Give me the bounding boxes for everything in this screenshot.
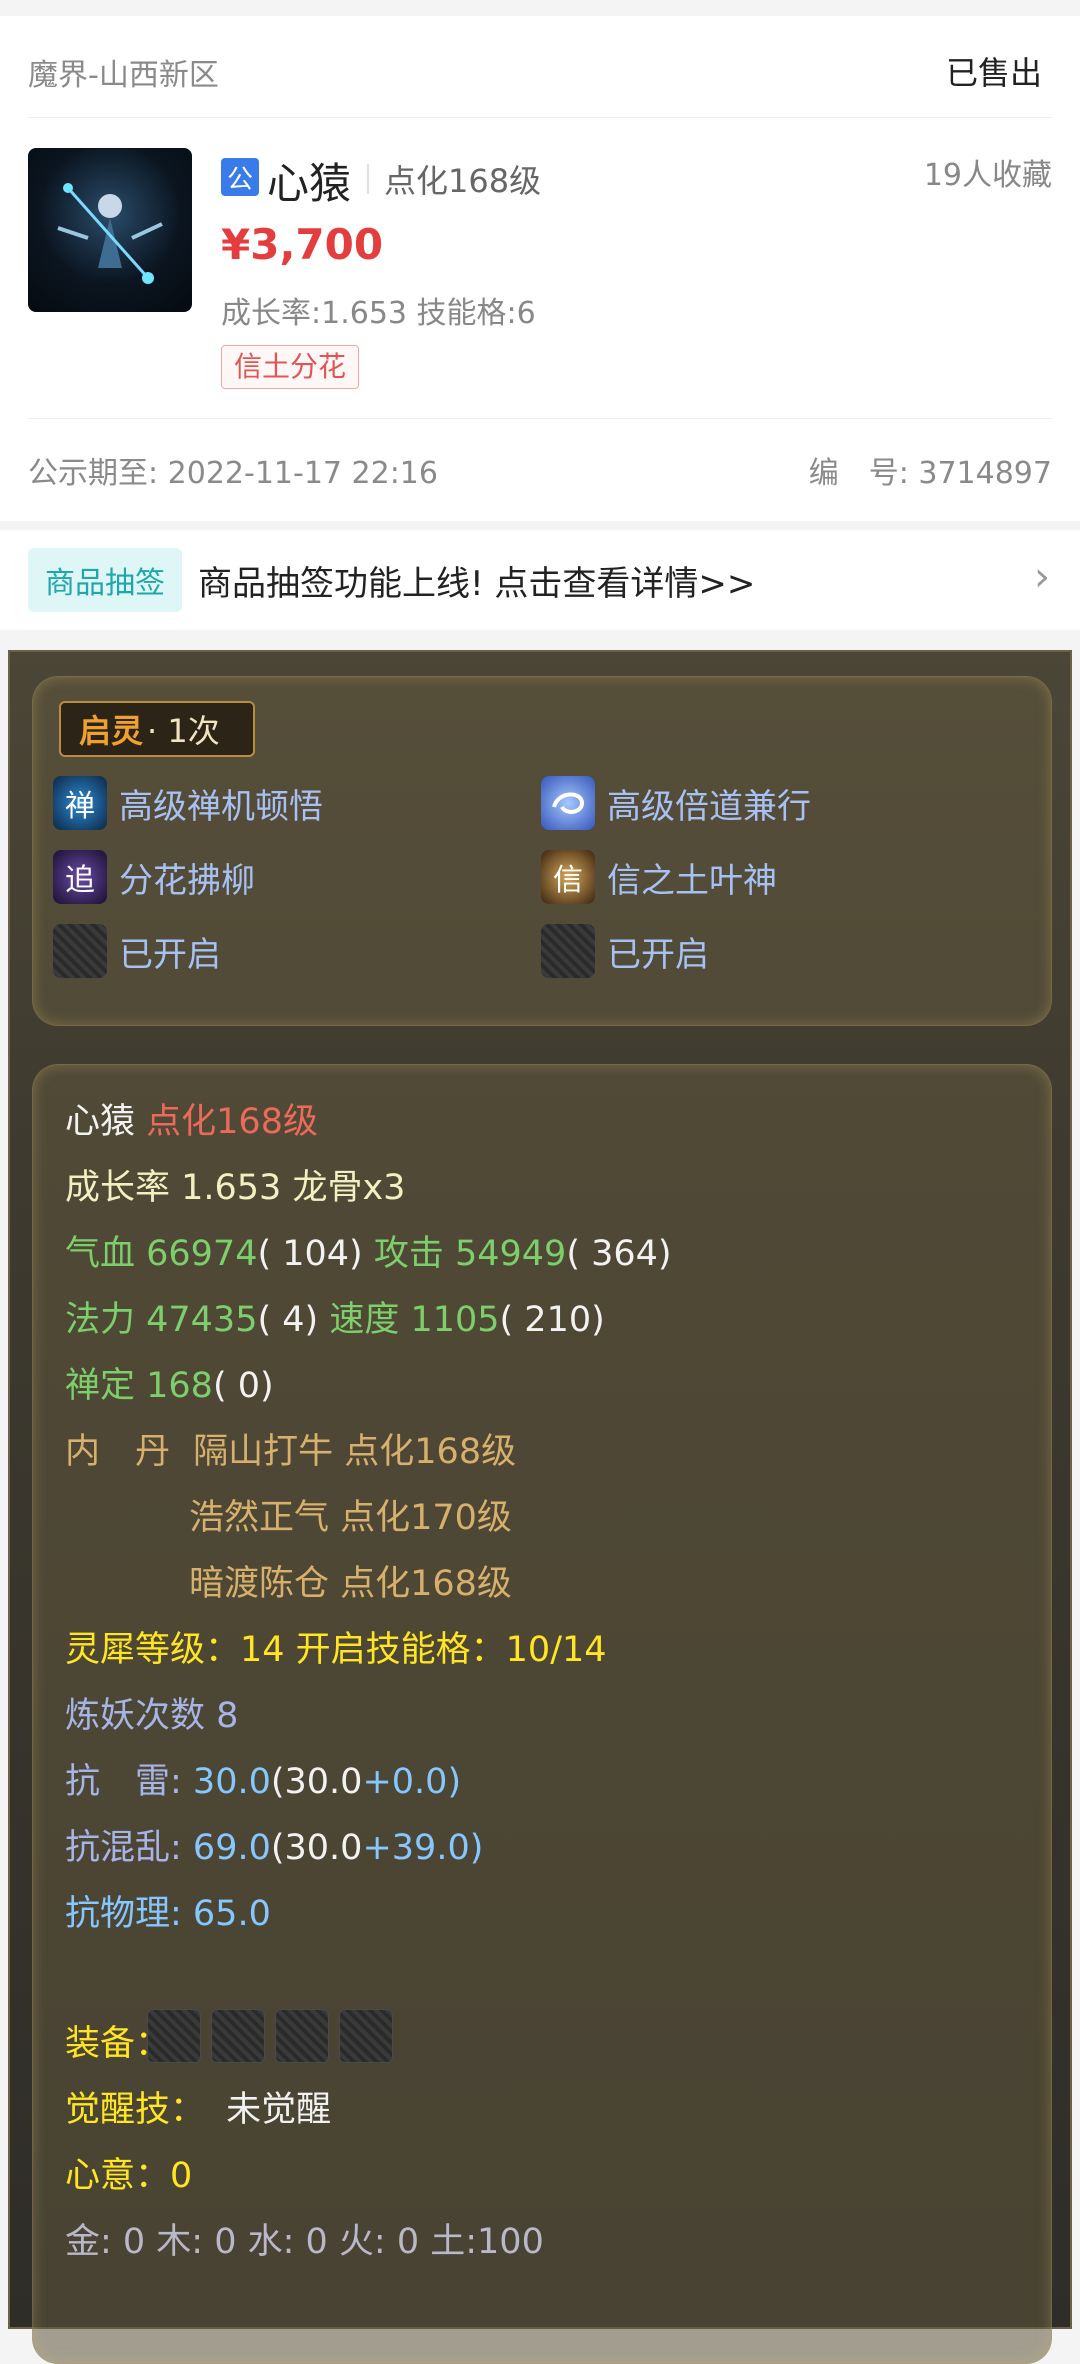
lottery-text[interactable]: 商品抽签功能上线! 点击查看详情>>	[198, 556, 755, 605]
locked-slot-icon	[53, 924, 107, 978]
atk-value: 攻击 54949	[373, 1234, 567, 1274]
qiling-title: 启灵	[79, 712, 144, 750]
qiling-skill-label: 已开启	[607, 934, 709, 975]
card-divider	[28, 418, 1052, 419]
lottery-tag: 商品抽签	[28, 548, 182, 612]
top-spacer	[0, 0, 1080, 16]
qiling-skill-label: 高级禅机顿悟	[119, 786, 323, 827]
neidan-label: 内 丹	[65, 1432, 171, 1472]
elements-line: 金: 0 木: 0 水: 0 火: 0 土:100	[65, 2222, 544, 2262]
pet-level: 点化168级	[384, 162, 542, 200]
mp-value: 法力 47435	[65, 1300, 258, 1340]
pet-thumbnail[interactable]	[28, 148, 192, 312]
mp-extra: ( 4)	[257, 1300, 319, 1340]
neidan-item: 暗渡陈仓 点化168级	[189, 1564, 512, 1604]
qiling-header: 启灵 · 1次	[59, 701, 255, 757]
stats-box: 心猿 点化168级 成长率 1.653 龙骨x3 气血 66974( 104) …	[32, 1064, 1052, 2364]
hp-value: 气血 66974	[65, 1234, 258, 1274]
res-thunder-label: 抗 雷:	[65, 1762, 193, 1802]
detail-panel: 启灵 · 1次 禅 高级禅机顿悟 高级倍道兼行 追 分花拂柳 信 信之土叶神 已…	[0, 640, 1080, 2364]
qiling-box: 启灵 · 1次 禅 高级禅机顿悟 高级倍道兼行 追 分花拂柳 信 信之土叶神 已…	[32, 676, 1052, 1026]
awaken-line: 觉醒技： 未觉醒	[65, 2081, 331, 2132]
equip-slot[interactable]	[275, 2009, 329, 2063]
res-thunder-value: 30.0	[192, 1762, 271, 1802]
growth-line: 成长率 1.653 龙骨x3	[65, 1168, 406, 1208]
qiling-skill-label: 已开启	[119, 934, 221, 975]
res-chaos-base: (30.0	[270, 1828, 363, 1868]
atk-extra: ( 364)	[566, 1234, 672, 1274]
pet-name: 心猿	[267, 159, 352, 208]
zen-line: 禅定 168( 0)	[65, 1357, 274, 1408]
server-name: 魔界-山西新区	[28, 58, 219, 93]
equip-slot[interactable]	[147, 2009, 201, 2063]
res-thunder-add: +0.0)	[362, 1762, 462, 1802]
hp-atk-line: 气血 66974( 104) 攻击 54949( 364)	[65, 1225, 672, 1276]
zen-value: 禅定 168	[65, 1366, 213, 1406]
zen-extra: ( 0)	[212, 1366, 274, 1406]
server-row: 魔界-山西新区 已售出	[28, 16, 1052, 118]
locked-slot-icon	[541, 924, 595, 978]
qiling-skill[interactable]: 已开启	[53, 923, 221, 979]
listing-card: 魔界-山西新区 已售出 公 心猿 点化168级 19人收藏 ¥3,700 成长率…	[0, 16, 1080, 521]
res-phys-line: 抗物理: 65.0	[65, 1894, 271, 1934]
favorites-count[interactable]: 19人收藏	[924, 150, 1052, 194]
faith-skill-icon: 信	[541, 850, 595, 904]
lianyao-line: 炼妖次数 8	[65, 1696, 239, 1736]
qiling-count: · 1次	[147, 712, 220, 750]
lottery-banner[interactable]: 商品抽签 商品抽签功能上线! 点击查看详情>> ›	[0, 530, 1080, 630]
flower-skill-icon: 追	[53, 850, 107, 904]
xinyi-line: 心意：0	[65, 2156, 193, 2196]
neidan-line-1: 内 丹 隔山打牛 点化168级	[65, 1423, 516, 1474]
spd-extra: ( 210)	[499, 1300, 605, 1340]
res-chaos-label: 抗混乱:	[65, 1828, 193, 1868]
neidan-item: 隔山打牛 点化168级	[193, 1432, 517, 1472]
qiling-skill[interactable]: 禅 高级禅机顿悟	[53, 775, 323, 831]
equip-slot[interactable]	[339, 2009, 393, 2063]
qiling-skill[interactable]: 信 信之土叶神	[541, 849, 777, 905]
lingxi-line: 灵犀等级：14 开启技能格：10/14	[65, 1630, 607, 1670]
public-badge: 公	[221, 158, 259, 196]
stats-pet-name: 心猿	[65, 1102, 136, 1142]
qiling-skill-label: 高级倍道兼行	[607, 786, 811, 827]
res-thunder-base: (30.0	[270, 1762, 363, 1802]
res-thunder-line: 抗 雷: 30.0(30.0+0.0)	[65, 1753, 461, 1804]
hp-extra: ( 104)	[257, 1234, 363, 1274]
price: ¥3,700	[221, 220, 384, 269]
skill-tag: 信土分花	[221, 345, 360, 389]
qiling-skill[interactable]: 高级倍道兼行	[541, 775, 811, 831]
qiling-skill-label: 信之土叶神	[607, 860, 777, 901]
sold-status: 已售出	[945, 54, 1042, 92]
res-chaos-value: 69.0	[192, 1828, 271, 1868]
title-divider	[367, 164, 369, 194]
swirl-skill-icon	[541, 776, 595, 830]
stats-pet-level: 点化168级	[146, 1102, 318, 1142]
notice-period: 公示期至: 2022-11-17 22:16	[28, 456, 438, 491]
res-chaos-add: +39.0)	[362, 1828, 484, 1868]
serial-number: 编 号: 3714897	[808, 456, 1052, 491]
spd-value: 速度 1105	[329, 1300, 500, 1340]
qiling-skill-label: 分花拂柳	[119, 860, 255, 901]
zen-skill-icon: 禅	[53, 776, 107, 830]
res-chaos-line: 抗混乱: 69.0(30.0+39.0)	[65, 1819, 483, 1870]
detail-panel-frame: 启灵 · 1次 禅 高级禅机顿悟 高级倍道兼行 追 分花拂柳 信 信之土叶神 已…	[8, 650, 1072, 2364]
stats-title: 心猿 点化168级	[65, 1093, 318, 1144]
equip-slot[interactable]	[211, 2009, 265, 2063]
awaken-value: 未觉醒	[226, 2090, 332, 2130]
mp-spd-line: 法力 47435( 4) 速度 1105( 210)	[65, 1291, 605, 1342]
qiling-skill[interactable]: 追 分花拂柳	[53, 849, 255, 905]
qiling-skill[interactable]: 已开启	[541, 923, 709, 979]
awaken-label: 觉醒技：	[65, 2090, 206, 2130]
neidan-item: 浩然正气 点化170级	[189, 1498, 512, 1538]
growth-summary: 成长率:1.653 技能格:6	[221, 296, 536, 331]
pet-figure-icon	[57, 183, 163, 284]
chevron-right-icon[interactable]: ›	[1034, 554, 1050, 600]
